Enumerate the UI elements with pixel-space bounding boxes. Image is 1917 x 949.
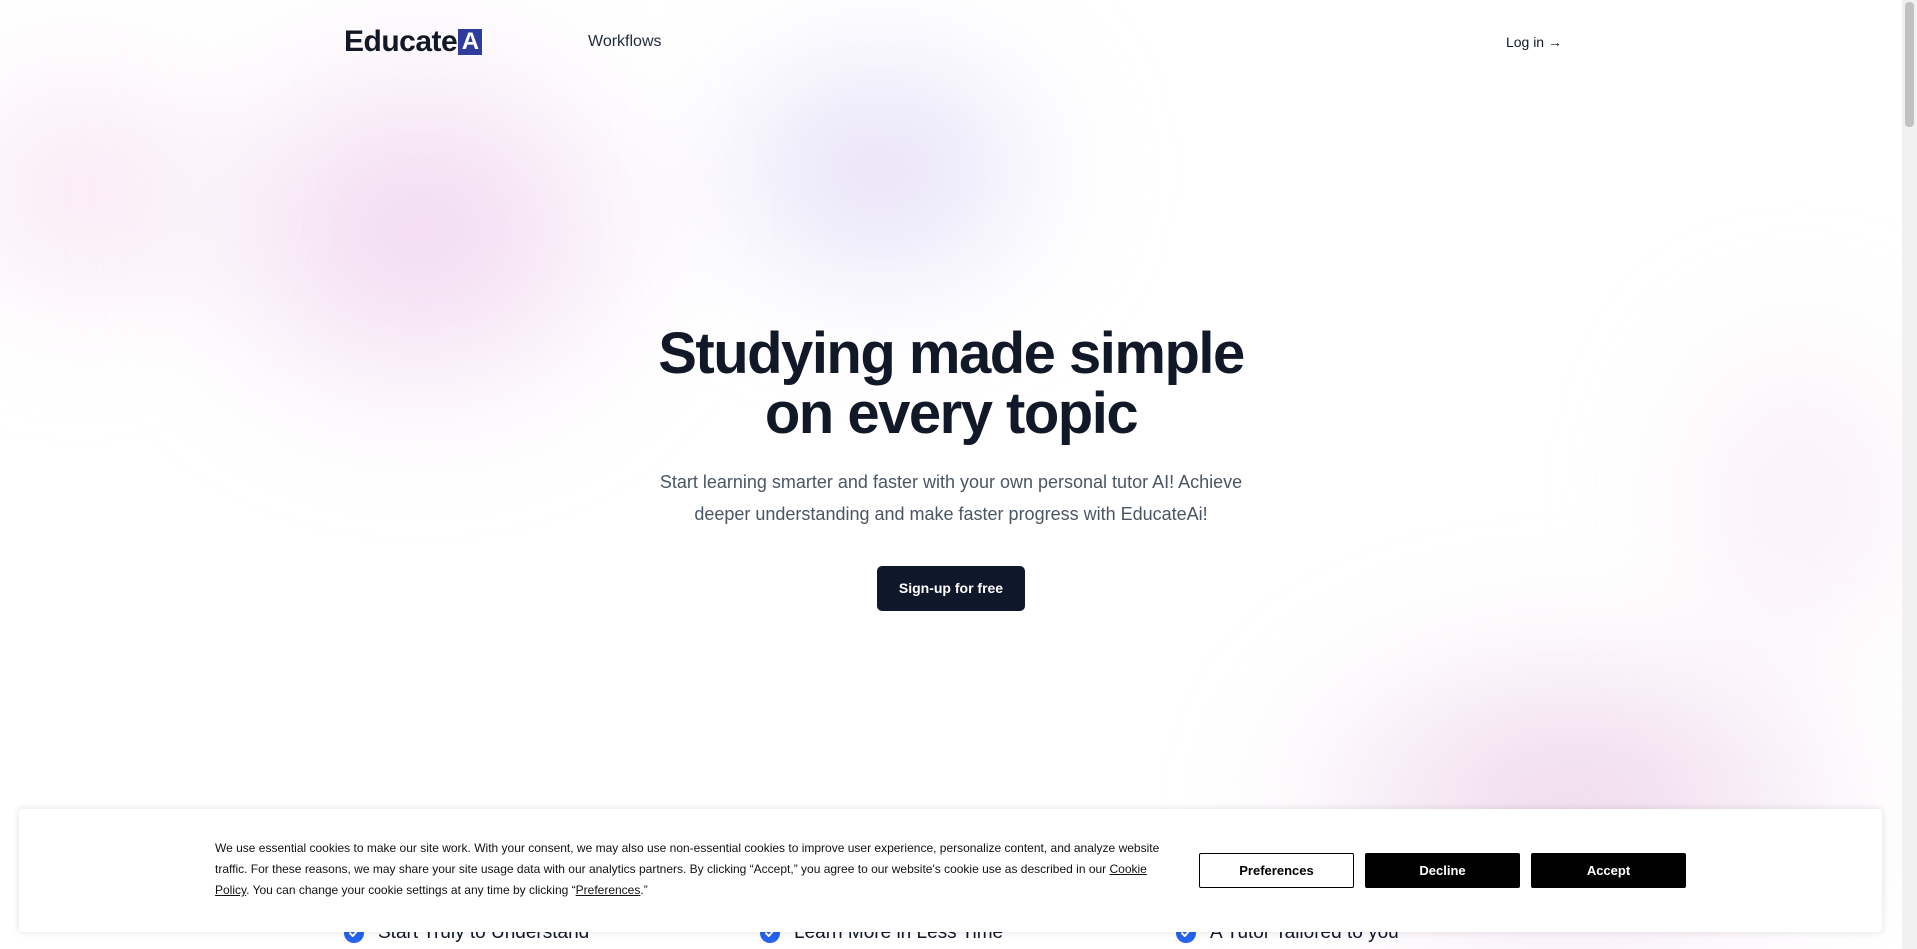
cookie-text-part3: .” <box>640 883 648 897</box>
gradient-blob <box>680 20 1080 320</box>
hero-title-line2: on every topic <box>764 381 1139 446</box>
cookie-text-part1: We use essential cookies to make our sit… <box>215 841 1160 876</box>
page-scrollbar[interactable] <box>1902 0 1917 949</box>
logo-text: Educate <box>344 25 458 58</box>
hero-title: Studying made simple on every topic <box>0 324 1902 444</box>
educateai-logo[interactable]: Educate A <box>344 25 483 59</box>
nav-link-workflows[interactable]: Workflows <box>588 33 662 51</box>
top-navigation: Educate A Workflows Log in → <box>344 20 1562 64</box>
hero-title-line1: Studying made simple <box>658 321 1245 386</box>
scrollbar-thumb[interactable] <box>1905 2 1914 127</box>
logo-mark: A <box>458 28 483 55</box>
cookie-consent-banner: We use essential cookies to make our sit… <box>19 809 1882 932</box>
cookie-decline-button[interactable]: Decline <box>1365 853 1520 888</box>
cookie-message: We use essential cookies to make our sit… <box>215 838 1183 901</box>
cookie-text-part2: . You can change your cookie settings at… <box>246 883 576 897</box>
signup-button[interactable]: Sign-up for free <box>876 566 1026 611</box>
cookie-preferences-button[interactable]: Preferences <box>1199 853 1354 888</box>
hero-section: Studying made simple on every topic Star… <box>0 324 1902 611</box>
preferences-link[interactable]: Preferences <box>576 883 641 897</box>
login-link[interactable]: Log in → <box>1506 34 1562 50</box>
cookie-accept-button[interactable]: Accept <box>1531 853 1686 888</box>
hero-subtitle: Start learning smarter and faster with y… <box>659 472 1243 524</box>
